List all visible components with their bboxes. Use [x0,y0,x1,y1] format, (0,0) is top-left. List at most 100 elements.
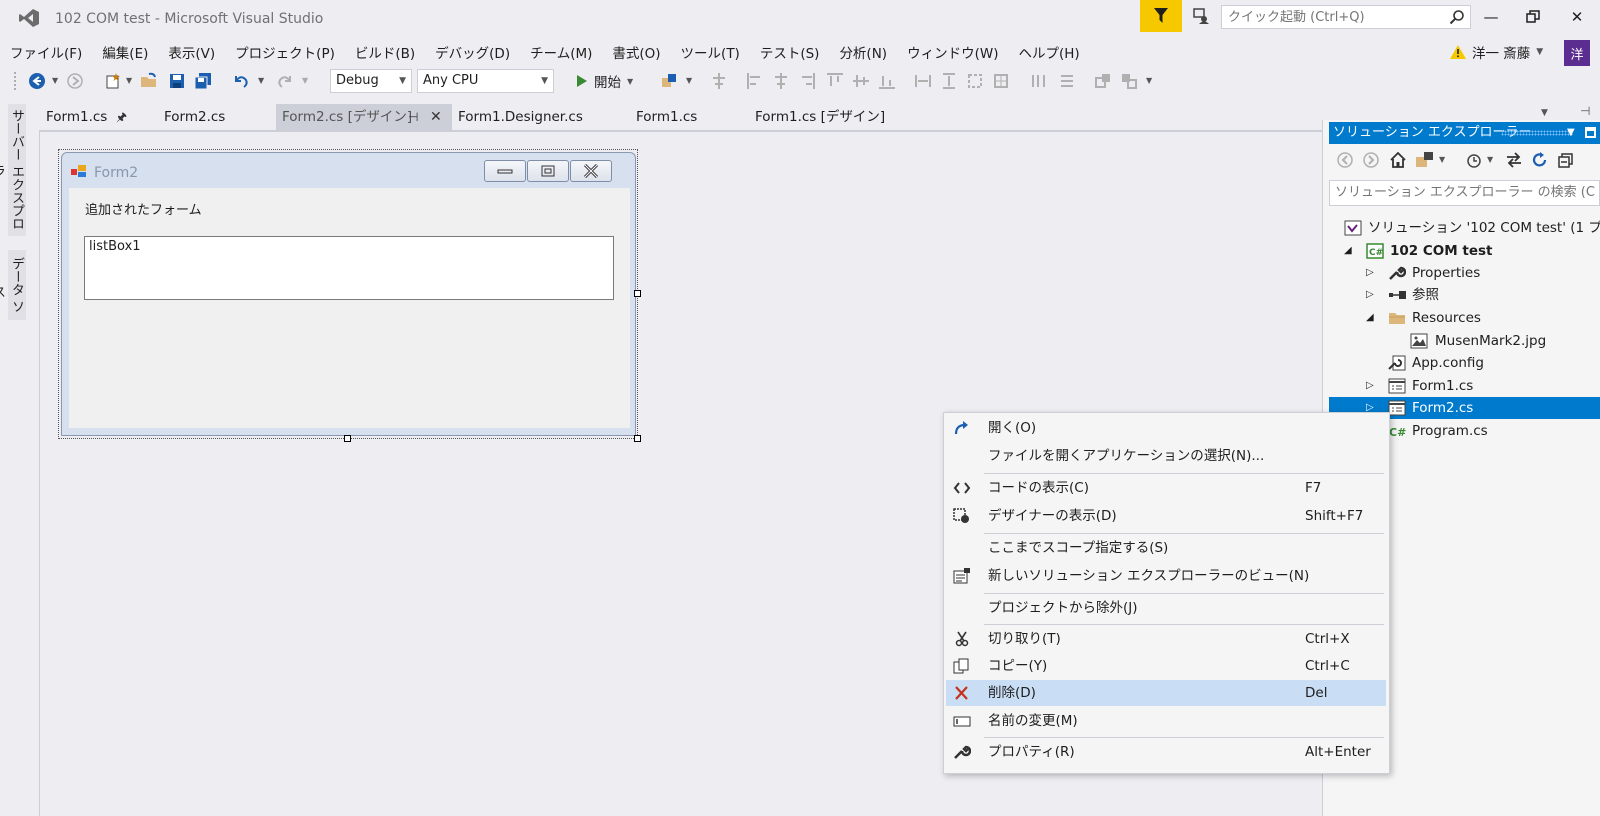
menu-item-view-code[interactable]: コードの表示(C) F7 [946,475,1386,501]
expanded-arrow-icon[interactable]: ◢ [1366,307,1374,329]
sync-with-document-icon[interactable] [1505,152,1523,168]
menu-view[interactable]: 表示(V) [158,42,225,62]
close-window-button[interactable]: ✕ [1562,6,1592,28]
maximize-panel-icon[interactable] [1585,127,1596,138]
menu-analyze[interactable]: 分析(N) [829,42,897,62]
pending-changes-filter-icon[interactable] [1465,151,1483,169]
make-same-height-icon[interactable] [940,72,958,90]
menu-item-open-with[interactable]: ファイルを開くアプリケーションの選択(N)... [946,443,1386,469]
tab-form2-design[interactable]: Form2.cs [デザイン] ⊣ ✕ [276,104,452,130]
back-icon[interactable] [1337,152,1353,168]
toolbox-icon[interactable] [660,72,678,90]
new-project-icon[interactable] [104,72,122,90]
menu-tools[interactable]: ツール(T) [671,42,750,62]
expanded-arrow-icon[interactable]: ◢ [1344,240,1352,262]
back-icon[interactable] [28,72,46,90]
tab-form1-design[interactable]: Form1.cs [デザイン] [749,104,899,130]
toolbar-overflow-icon[interactable]: ▼ [686,76,692,85]
menu-team[interactable]: チーム(M) [520,42,602,62]
tab-form1-cs[interactable]: Form1.cs 🖈 [40,104,158,130]
make-same-width-icon[interactable] [914,72,932,90]
solution-configuration-select[interactable]: Debug ▼ [330,69,412,93]
align-lefts-icon[interactable] [746,72,764,90]
solution-explorer-search-input[interactable] [1330,181,1595,203]
resize-handle-bottom-right[interactable] [634,435,641,442]
pin-icon[interactable]: ⊣ [408,104,418,130]
solution-explorer-header[interactable]: ソリューション エクスプローラー ▼ [1329,122,1600,144]
save-all-icon[interactable] [194,72,212,90]
solution-platform-select[interactable]: Any CPU ▼ [417,69,554,93]
quick-launch-input[interactable] [1228,7,1448,27]
restore-window-button[interactable] [1518,6,1548,28]
menu-item-properties[interactable]: プロパティ(R) Alt+Enter [946,739,1386,765]
form2-designer-window[interactable]: Form2 追加されたフォーム listBox1 [61,152,636,436]
menu-item-exclude-from-project[interactable]: プロジェクトから除外(J) [946,595,1386,621]
form-minimize-button[interactable] [484,160,526,182]
undo-dropdown-icon[interactable]: ▼ [258,76,264,85]
notification-button[interactable] [1140,0,1182,32]
minimize-window-button[interactable]: — [1476,6,1506,28]
forward-icon[interactable] [66,72,84,90]
open-file-icon[interactable] [140,72,158,90]
server-explorer-tab[interactable]: サーバー エクスプローラー [0,104,26,236]
align-centers-icon[interactable] [772,72,790,90]
menu-item-view-designer[interactable]: デザイナーの表示(D) Shift+F7 [946,503,1386,529]
menu-build[interactable]: ビルド(B) [345,42,425,62]
back-dropdown-icon[interactable]: ▼ [52,76,58,85]
collapsed-arrow-icon[interactable]: ▷ [1366,284,1374,306]
tab-overflow-icon[interactable]: ▼ [1541,108,1548,118]
collapse-all-icon[interactable] [1557,151,1575,169]
redo-icon[interactable] [276,72,294,90]
chevron-down-icon[interactable]: ▼ [1567,122,1575,144]
form-close-button[interactable] [570,160,612,182]
toolbar-options-icon[interactable]: ▼ [1146,76,1152,85]
account-area[interactable]: 洋一 斎藤 ▼ [1450,42,1543,62]
menu-format[interactable]: 書式(O) [602,42,670,62]
undo-icon[interactable] [232,72,250,90]
send-to-back-icon[interactable] [1120,72,1138,90]
tree-item-project[interactable]: ◢ C# 102 COM test [1329,240,1600,262]
forward-icon[interactable] [1363,152,1379,168]
menu-item-delete[interactable]: 削除(D) Del [946,680,1386,706]
home-icon[interactable] [1389,151,1407,169]
tab-form1-cs-2[interactable]: Form1.cs [630,104,750,130]
new-dropdown-icon[interactable]: ▼ [126,76,132,85]
collapsed-arrow-icon[interactable]: ▷ [1366,375,1374,397]
menu-item-new-view[interactable]: 新しいソリューション エクスプローラーのビュー(N) [946,563,1386,589]
vertical-spacing-icon[interactable] [1058,72,1076,90]
tree-item-solution[interactable]: ソリューション '102 COM test' (1 プロジェ [1329,217,1600,239]
data-sources-tab[interactable]: データ ソース [0,250,26,320]
refresh-icon[interactable] [1531,151,1549,169]
solution-explorer-search[interactable] [1329,180,1600,206]
form-maximize-button[interactable] [527,160,569,182]
tree-item-references[interactable]: ▷ 参照 [1329,284,1600,306]
menu-window[interactable]: ウィンドウ(W) [897,42,1008,62]
pin-icon[interactable]: 🖈 [116,104,127,130]
form-label[interactable]: 追加されたフォーム [85,199,202,218]
avatar[interactable]: 洋 [1564,40,1590,66]
chevron-down-icon[interactable]: ▼ [1487,155,1493,164]
close-tab-icon[interactable]: ✕ [430,104,442,130]
menu-item-rename[interactable]: 名前の変更(M) [946,708,1386,734]
menu-edit[interactable]: 編集(E) [92,42,158,62]
pin-icon[interactable]: ⊣ [1580,104,1590,118]
quick-launch-search[interactable] [1221,5,1471,29]
bring-to-front-icon[interactable] [1094,72,1112,90]
menu-file[interactable]: ファイル(F) [0,42,92,62]
make-same-size-icon[interactable] [966,72,984,90]
collapsed-arrow-icon[interactable]: ▷ [1366,262,1374,284]
menu-debug[interactable]: デバッグ(D) [425,42,520,62]
chevron-down-icon[interactable]: ▼ [1439,155,1445,164]
start-debugging-button[interactable]: 開始 ▼ [576,69,633,93]
menu-help[interactable]: ヘルプ(H) [1008,42,1089,62]
switch-views-icon[interactable] [1415,151,1435,169]
size-to-grid-icon[interactable] [992,72,1010,90]
menu-item-open[interactable]: 開く(O) [946,415,1386,441]
resize-handle-right[interactable] [634,290,641,297]
horizontal-spacing-icon[interactable] [1030,72,1048,90]
menu-item-copy[interactable]: コピー(Y) Ctrl+C [946,653,1386,679]
listbox1[interactable]: listBox1 [84,236,614,300]
menu-test[interactable]: テスト(S) [750,42,830,62]
align-tops-icon[interactable] [826,72,844,90]
toolbar-grip[interactable] [13,71,17,91]
